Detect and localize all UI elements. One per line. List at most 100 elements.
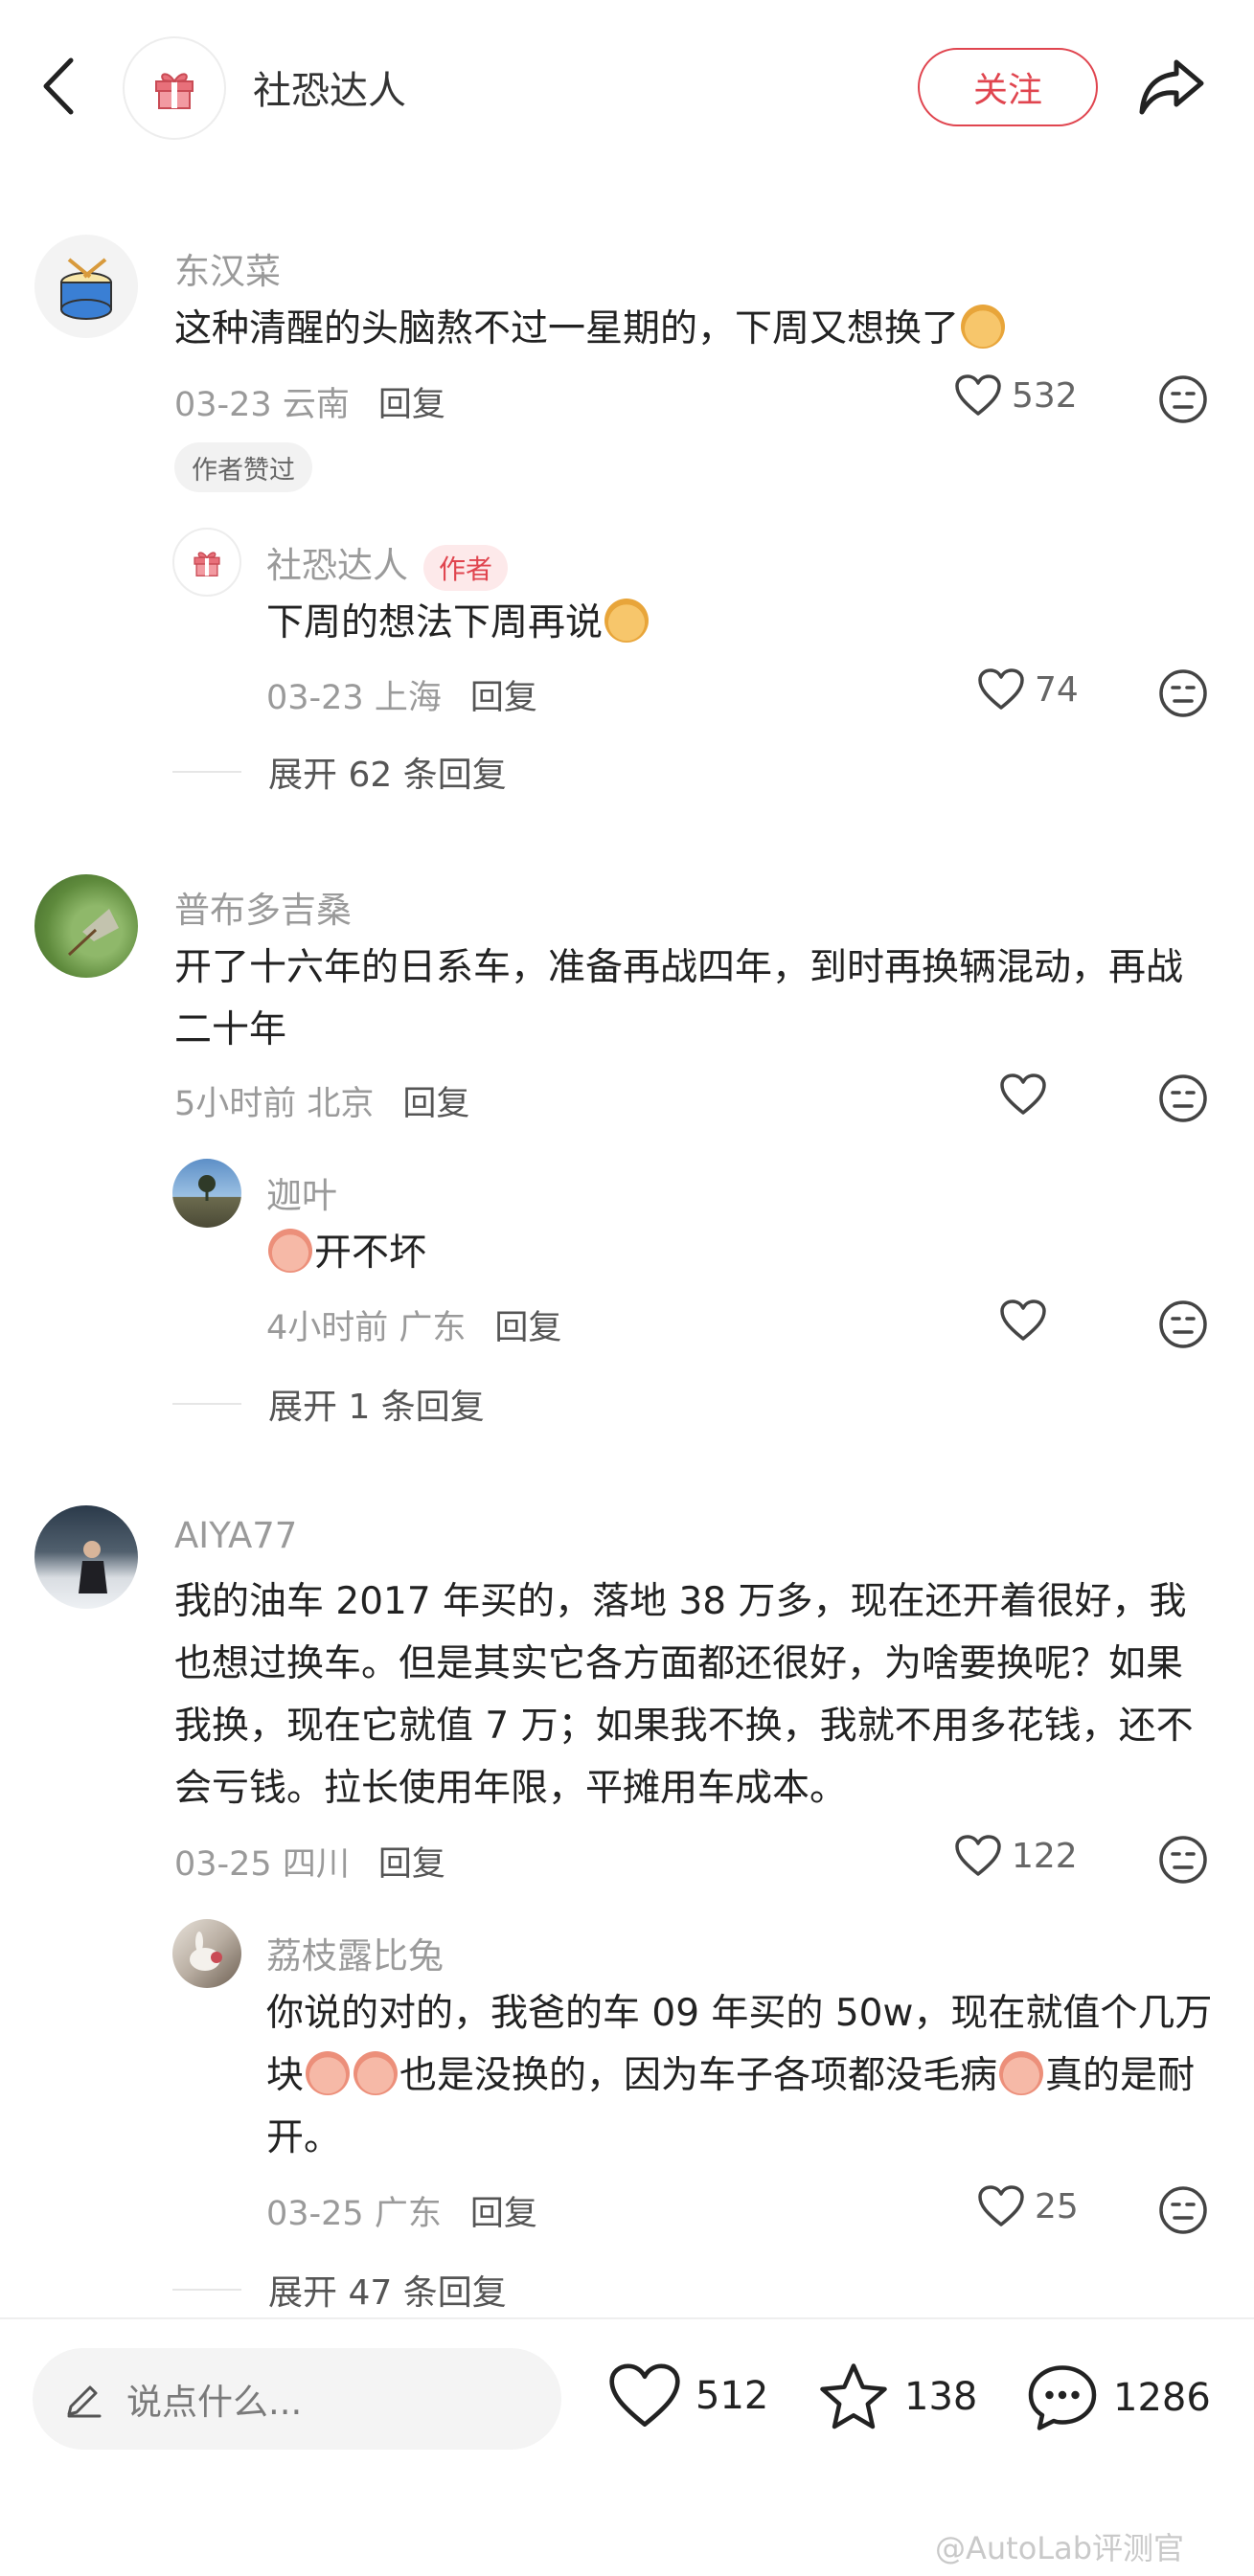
comment-username[interactable]: 普布多吉桑 xyxy=(174,881,352,933)
comment-meta: 03-25 四川 回复 xyxy=(174,1837,445,1886)
author-tag: 作者 xyxy=(423,544,509,591)
reply-button[interactable]: 回复 xyxy=(402,1085,469,1123)
chevron-left-icon xyxy=(43,57,74,115)
drum-icon xyxy=(60,258,112,320)
reply-meta: 4小时前 广东 回复 xyxy=(266,1300,561,1349)
neutral-face-icon xyxy=(1159,669,1207,717)
neutral-face-icon xyxy=(1159,1836,1207,1884)
star-icon xyxy=(820,2363,887,2429)
expand-replies-label: 展开 1 条回复 xyxy=(268,1388,485,1427)
like-button[interactable]: 74 xyxy=(977,667,1079,712)
comment-count: 1286 xyxy=(1113,2376,1211,2420)
share-button[interactable] xyxy=(1136,53,1209,120)
expand-replies-label: 展开 62 条回复 xyxy=(268,756,507,795)
author-liked-badge: 作者赞过 xyxy=(174,442,312,492)
reply-text-part-2: 也是没换的，因为车子各项都没毛病 xyxy=(399,2054,998,2097)
gift-icon xyxy=(194,552,220,576)
reply-avatar[interactable] xyxy=(172,1159,241,1228)
reply-button[interactable]: 回复 xyxy=(378,1845,445,1884)
reply-date-location: 03-23 上海 xyxy=(266,679,442,717)
like-count: 25 xyxy=(1035,2186,1079,2226)
heart-icon xyxy=(978,668,1024,710)
follow-button[interactable]: 关注 xyxy=(918,48,1098,126)
comment-text: 我的油车 2017 年买的，落地 38 万多，现在还开着很好，我也想过换车。但是… xyxy=(174,1580,1194,1810)
emoji-crying-icon xyxy=(999,2051,1044,2095)
like-post-button[interactable]: 512 xyxy=(607,2361,768,2430)
emoji-react-button[interactable] xyxy=(1157,1073,1209,1124)
reply-button[interactable]: 回复 xyxy=(470,2195,537,2233)
reply-text-body: 下周的想法下周再说 xyxy=(266,601,604,644)
reply-text-body: 开不坏 xyxy=(314,1232,427,1275)
heart-icon xyxy=(955,374,1001,416)
like-button[interactable]: 122 xyxy=(954,1834,1078,1878)
reply-text: 你说的对的，我爸的车 09 年买的 50w，现在就值个几万块 也是没换的，因为车子… xyxy=(266,1982,1215,2169)
emoji-react-button[interactable] xyxy=(1157,373,1209,425)
user-avatar[interactable] xyxy=(34,1505,138,1609)
reply-username[interactable]: 荔枝露比兔 xyxy=(266,1927,444,1978)
reply-button[interactable]: 回复 xyxy=(470,679,537,717)
emoji-react-button[interactable] xyxy=(1157,2184,1209,2236)
neutral-face-icon xyxy=(1159,375,1207,423)
reply-text: 开不坏 xyxy=(266,1222,1205,1284)
person-photo-icon xyxy=(79,1541,107,1593)
reply-avatar[interactable] xyxy=(172,528,241,597)
comment-input[interactable]: 说点什么... xyxy=(33,2348,561,2450)
pencil-icon xyxy=(67,2385,102,2418)
reply-meta: 03-23 上海 回复 xyxy=(266,670,537,719)
favorite-button[interactable]: 138 xyxy=(816,2361,977,2432)
reply-button[interactable]: 回复 xyxy=(494,1309,561,1347)
reply-username-text[interactable]: 社恐达人 xyxy=(266,545,408,586)
heart-icon xyxy=(1000,1073,1046,1115)
comment-username[interactable]: 东汉菜 xyxy=(174,242,281,294)
back-button[interactable] xyxy=(36,53,84,120)
reply-meta: 03-25 广东 回复 xyxy=(266,2186,537,2235)
comment-date-location: 03-23 云南 xyxy=(174,386,350,424)
emoji-dog-icon xyxy=(604,599,650,643)
reply-date-location: 03-25 广东 xyxy=(266,2195,442,2233)
user-avatar[interactable] xyxy=(34,235,138,338)
emoji-crying-icon xyxy=(306,2051,351,2095)
author-avatar[interactable] xyxy=(123,36,226,140)
reply-username: 社恐达人 作者 xyxy=(266,536,509,591)
comments-button[interactable]: 1286 xyxy=(1025,2361,1211,2434)
expand-replies-button[interactable]: 展开 1 条回复 xyxy=(172,1379,485,1429)
tree-icon xyxy=(198,1175,216,1201)
divider xyxy=(172,771,241,773)
post-like-count: 512 xyxy=(695,2374,769,2418)
emoji-crying-icon xyxy=(353,2051,399,2095)
favorite-count: 138 xyxy=(904,2375,978,2419)
like-button[interactable] xyxy=(999,1073,1057,1117)
expand-replies-label: 展开 47 条回复 xyxy=(268,2273,507,2313)
divider xyxy=(172,1403,241,1405)
reply-text: 下周的想法下周再说 xyxy=(266,592,1205,654)
watermark: @AutoLab评测官 xyxy=(935,2530,1185,2566)
reply-date-location: 4小时前 广东 xyxy=(266,1309,467,1347)
neutral-face-icon xyxy=(1159,1300,1207,1348)
page-title: 社恐达人 xyxy=(253,69,406,113)
gift-icon xyxy=(155,73,194,109)
expand-replies-button[interactable]: 展开 62 条回复 xyxy=(172,747,507,797)
like-button[interactable]: 25 xyxy=(977,2184,1079,2228)
user-avatar[interactable] xyxy=(34,874,138,978)
heart-icon xyxy=(978,2185,1024,2226)
reply-username[interactable]: 迦叶 xyxy=(266,1166,337,1218)
reply-button[interactable]: 回复 xyxy=(378,386,445,424)
comment-text: 这种清醒的头脑熬不过一星期的，下周又想换了 xyxy=(174,298,1209,360)
emoji-react-button[interactable] xyxy=(1157,1299,1209,1350)
share-arrow-icon xyxy=(1139,59,1204,115)
comment-input-placeholder: 说点什么... xyxy=(126,2382,303,2423)
comment-meta: 5小时前 北京 回复 xyxy=(174,1076,469,1125)
heart-icon xyxy=(609,2363,680,2427)
like-button[interactable] xyxy=(999,1299,1057,1343)
heart-icon xyxy=(1000,1299,1046,1341)
expand-replies-button[interactable]: 展开 47 条回复 xyxy=(172,2265,507,2315)
reply-avatar[interactable] xyxy=(172,1919,241,1988)
comment-username[interactable]: AIYA77 xyxy=(174,1515,297,1556)
comment-date-location: 5小时前 北京 xyxy=(174,1085,375,1123)
emoji-react-button[interactable] xyxy=(1157,1834,1209,1886)
emoji-react-button[interactable] xyxy=(1157,667,1209,719)
like-count: 122 xyxy=(1012,1836,1078,1876)
like-button[interactable]: 532 xyxy=(954,373,1078,418)
neutral-face-icon xyxy=(1159,2186,1207,2234)
emoji-crying-icon xyxy=(268,1229,312,1273)
